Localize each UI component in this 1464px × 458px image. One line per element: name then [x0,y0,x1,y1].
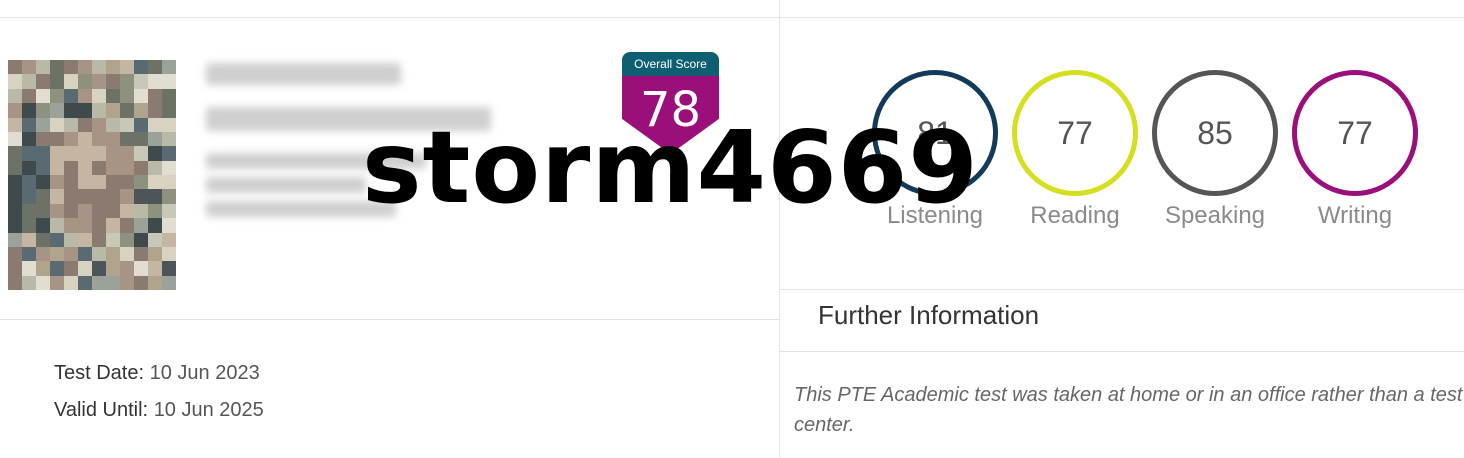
reading-score: 77 [1057,114,1093,151]
skill-reading: 77 Reading [1012,70,1138,240]
speaking-score: 85 [1197,114,1233,151]
writing-label: Writing [1317,202,1393,229]
speaking-score-ring: 85 [1152,70,1278,196]
candidate-photo [8,60,176,290]
writing-score: 77 [1337,114,1373,151]
watermark-text: storm4669 [362,109,979,226]
column-divider [779,0,780,458]
skill-speaking: 85 Speaking [1152,70,1278,240]
test-date: Test Date: 10 Jun 2023 [54,362,260,385]
reading-score-ring: 77 [1012,70,1138,196]
further-header-divider [779,351,1464,352]
left-section-divider [0,319,779,320]
further-information-text: This PTE Academic test was taken at home… [794,384,1463,436]
valid-until: Valid Until: 10 Jun 2025 [54,399,264,422]
top-divider [0,17,1464,18]
valid-until-label: Valid Until: [54,399,149,421]
score-report: Overall Score 78 Test Date: 10 Jun 2023 … [0,0,1464,458]
test-date-value: 10 Jun 2023 [149,362,260,384]
right-section-divider [779,289,1464,290]
further-information-title: Further Information [818,300,1040,330]
valid-until-value: 10 Jun 2025 [153,399,264,421]
writing-score-ring: 77 [1292,70,1418,196]
test-date-label: Test Date: [54,362,145,384]
overall-score-label: Overall Score [622,52,719,76]
skill-writing: 77 Writing [1292,70,1418,240]
